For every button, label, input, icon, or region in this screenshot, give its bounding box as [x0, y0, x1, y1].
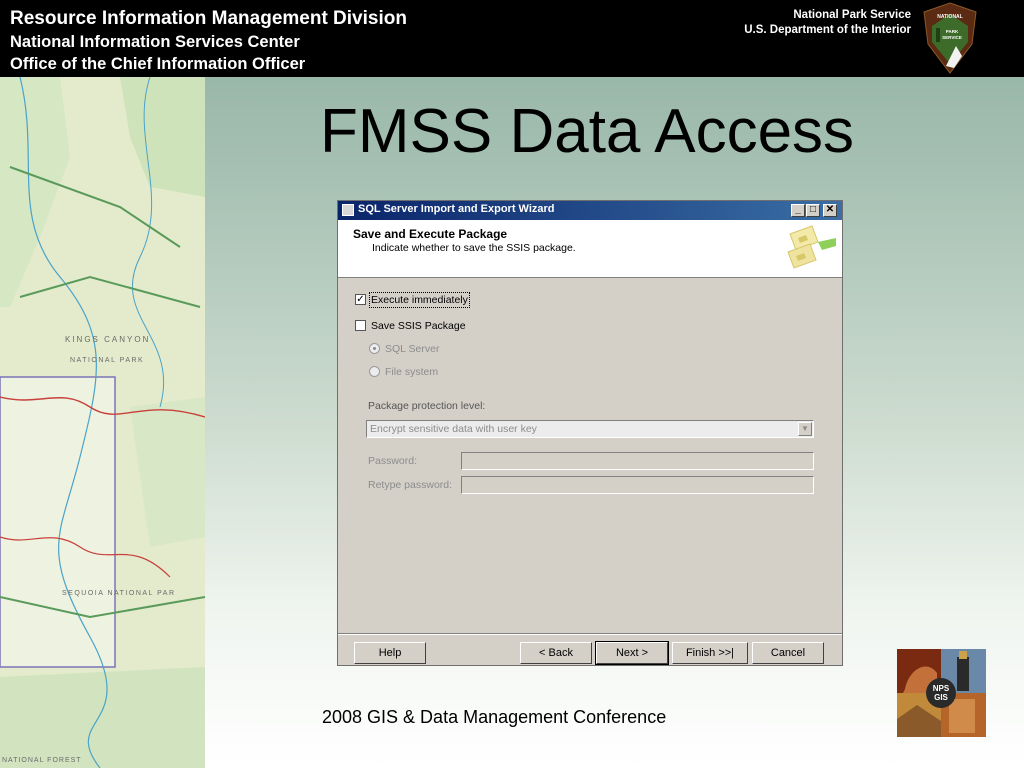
svg-text:SERVICE: SERVICE — [942, 35, 962, 40]
password-field[interactable] — [461, 452, 814, 470]
wizard-page-header: Save and Execute Package Indicate whethe… — [338, 220, 842, 278]
sql-server-radio[interactable] — [369, 343, 380, 354]
map-label-national-park: NATIONAL PARK — [70, 357, 144, 364]
minimize-button[interactable]: _ — [791, 204, 805, 217]
nps-arrowhead-logo-icon: NATIONAL PARK SERVICE — [923, 2, 977, 74]
dialog-title: SQL Server Import and Export Wizard — [358, 203, 555, 215]
password-label: Password: — [368, 455, 418, 467]
maximize-button[interactable]: □ — [806, 204, 820, 217]
map-label-sequoia: SEQUOIA NATIONAL PAR — [62, 590, 176, 597]
save-ssis-package-checkbox[interactable] — [355, 320, 366, 331]
agency-name: National Park Service — [793, 9, 911, 21]
svg-text:PARK: PARK — [946, 29, 959, 34]
close-button[interactable]: ✕ — [823, 204, 837, 217]
retype-password-field[interactable] — [461, 476, 814, 494]
conference-footer: 2008 GIS & Data Management Conference — [322, 707, 667, 727]
wizard-package-icon — [787, 225, 836, 269]
execute-immediately-label[interactable]: Execute immediately — [369, 292, 470, 308]
park-map-image: KINGS CANYON NATIONAL PARK SEQUOIA NATIO… — [0, 77, 205, 768]
help-button[interactable]: Help — [354, 642, 426, 664]
cancel-button[interactable]: Cancel — [752, 642, 824, 664]
gis-logo-text: NPS GIS — [933, 684, 950, 702]
department-name: U.S. Department of the Interior — [744, 24, 911, 36]
nps-gis-logo-icon: NPS GIS — [897, 649, 986, 737]
chevron-down-icon[interactable]: ▼ — [798, 422, 812, 436]
file-system-radio-label[interactable]: File system — [385, 366, 438, 378]
protection-level-select[interactable]: Encrypt sensitive data with user key ▼ — [366, 420, 814, 438]
file-system-radio[interactable] — [369, 366, 380, 377]
map-label-national-forest: NATIONAL FOREST — [2, 757, 82, 764]
header-office: Office of the Chief Information Officer — [10, 55, 306, 73]
button-separator — [338, 633, 842, 635]
protection-level-value: Encrypt sensitive data with user key — [370, 423, 537, 435]
execute-immediately-checkbox[interactable]: ✓ — [355, 294, 366, 305]
wizard-app-icon — [342, 204, 354, 216]
wizard-page-subtitle: Indicate whether to save the SSIS packag… — [372, 242, 576, 254]
protection-level-label: Package protection level: — [368, 400, 486, 412]
nps-logo-text: NATIONAL — [937, 14, 962, 20]
header-division: Resource Information Management Division — [10, 8, 407, 29]
map-drawing: KINGS CANYON NATIONAL PARK SEQUOIA NATIO… — [0, 77, 205, 768]
map-label-kings-canyon: KINGS CANYON — [65, 335, 150, 344]
save-ssis-package-label[interactable]: Save SSIS Package — [371, 320, 466, 332]
header-center: National Information Services Center — [10, 33, 300, 51]
retype-password-label: Retype password: — [368, 479, 453, 491]
slide-header: Resource Information Management Division… — [0, 0, 1024, 77]
back-button[interactable]: < Back — [520, 642, 592, 664]
slide-title: FMSS Data Access — [320, 97, 855, 166]
next-button[interactable]: Next > — [595, 641, 669, 665]
sql-server-radio-label[interactable]: SQL Server — [385, 343, 439, 355]
dialog-titlebar[interactable]: SQL Server Import and Export Wizard _ □ … — [338, 201, 842, 220]
import-export-wizard-dialog: SQL Server Import and Export Wizard _ □ … — [337, 200, 843, 666]
wizard-page-title: Save and Execute Package — [353, 227, 508, 241]
agency-text: National Park Service U.S. Department of… — [744, 8, 911, 38]
finish-button[interactable]: Finish >>| — [672, 642, 748, 664]
